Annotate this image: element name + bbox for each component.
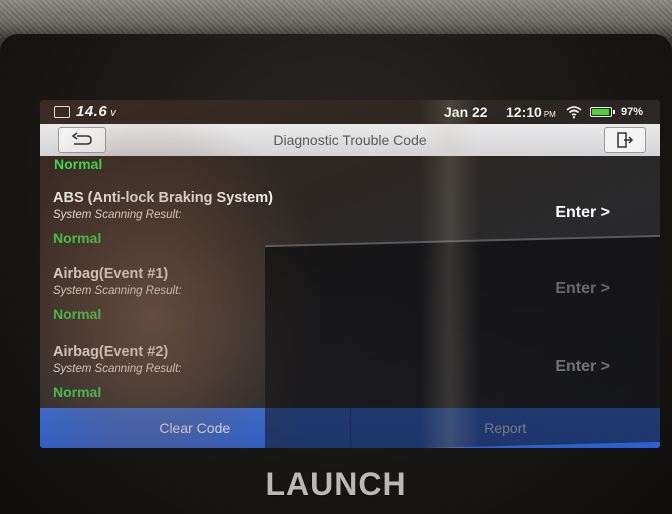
page-title: Diagnostic Trouble Code bbox=[273, 132, 427, 148]
battery-icon bbox=[590, 107, 615, 117]
item-name: ABS (Anti-lock Braking System) bbox=[53, 190, 273, 206]
item-status: Normal bbox=[53, 230, 102, 246]
photo-background: 14.6 v Jan 22 12:10 PM 97% Diagnostic Tr… bbox=[0, 0, 672, 514]
voltage-value: 14.6 bbox=[76, 103, 108, 120]
battery-percent: 97% bbox=[621, 106, 644, 118]
enter-button[interactable]: Enter > bbox=[555, 358, 610, 376]
item-result-label: System Scanning Result: bbox=[53, 285, 182, 297]
wifi-icon bbox=[566, 106, 582, 119]
enter-button[interactable]: Enter > bbox=[555, 280, 610, 298]
partial-item-status: Normal bbox=[54, 156, 103, 172]
time-value: 12:10 bbox=[506, 104, 542, 120]
fabric-strip bbox=[0, 0, 672, 38]
title-bar: Diagnostic Trouble Code bbox=[40, 124, 660, 156]
report-button[interactable]: Report bbox=[350, 408, 660, 448]
list-item-airbag-event-1[interactable]: Airbag(Event #1) System Scanning Result:… bbox=[40, 266, 660, 340]
exit-icon bbox=[617, 132, 634, 148]
brand-logo: LAUNCH bbox=[265, 466, 407, 502]
bottom-action-bar: Clear Code Report bbox=[40, 408, 660, 448]
enter-button[interactable]: Enter > bbox=[555, 204, 610, 222]
voltage-unit: v bbox=[110, 107, 117, 119]
system-list: Normal ABS (Anti-lock Braking System) Sy… bbox=[40, 156, 660, 408]
list-item-abs[interactable]: ABS (Anti-lock Braking System) System Sc… bbox=[40, 190, 660, 264]
item-result-label: System Scanning Result: bbox=[53, 209, 182, 221]
battery-voltage-icon bbox=[54, 106, 70, 118]
time-ampm: PM bbox=[543, 110, 556, 119]
battery-level-fill bbox=[592, 109, 610, 115]
time-readout: 12:10 PM bbox=[506, 104, 556, 120]
exit-button[interactable] bbox=[604, 127, 646, 153]
item-status: Normal bbox=[53, 306, 102, 322]
status-bar: 14.6 v Jan 22 12:10 PM 97% bbox=[40, 100, 660, 124]
voltage-readout: 14.6 v bbox=[76, 103, 116, 120]
item-name: Airbag(Event #1) bbox=[53, 266, 169, 282]
device-screen: 14.6 v Jan 22 12:10 PM 97% Diagnostic Tr… bbox=[40, 100, 660, 448]
item-name: Airbag(Event #2) bbox=[53, 344, 169, 360]
item-result-label: System Scanning Result: bbox=[53, 363, 182, 375]
date-text: Jan 22 bbox=[444, 104, 488, 120]
list-item-airbag-event-2[interactable]: Airbag(Event #2) System Scanning Result:… bbox=[40, 344, 660, 408]
item-status: Normal bbox=[53, 384, 102, 400]
clear-code-button[interactable]: Clear Code bbox=[40, 408, 351, 448]
